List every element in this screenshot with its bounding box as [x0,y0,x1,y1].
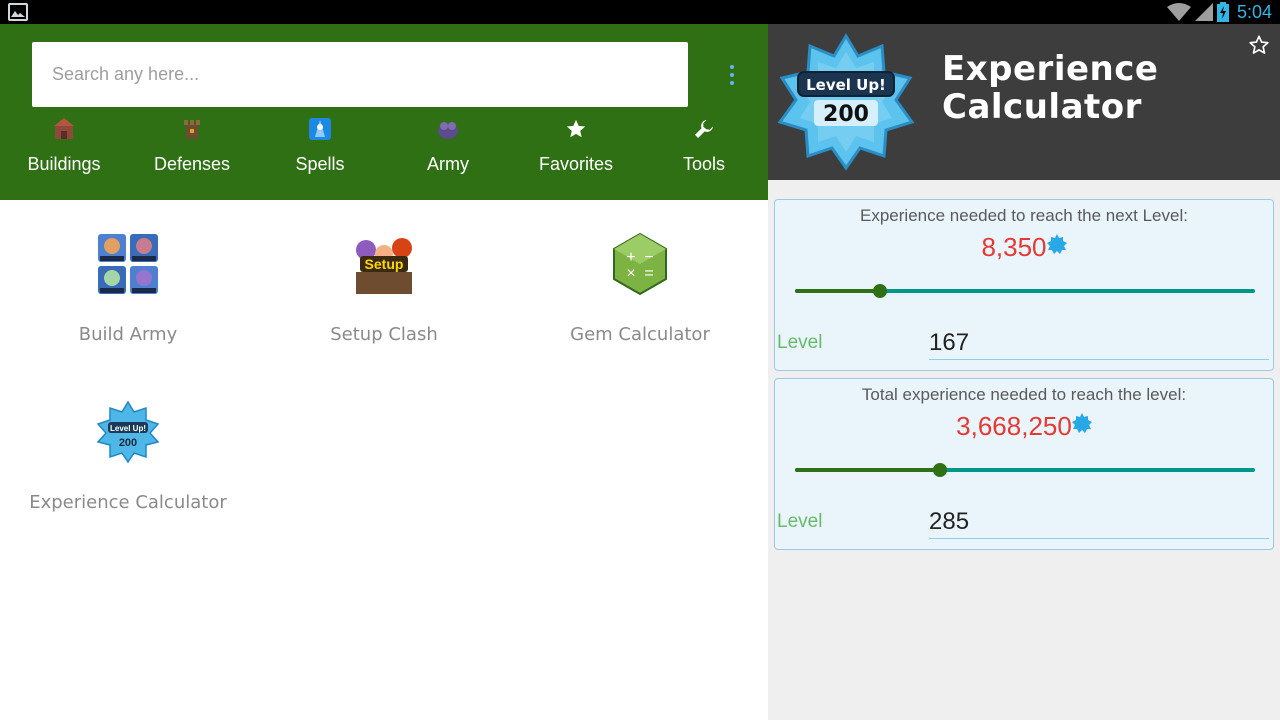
svg-text:Level Up!: Level Up! [110,424,146,433]
tab-label: Spells [295,154,345,174]
xp-star-icon [1046,234,1067,254]
tab-army[interactable]: Army [384,112,512,200]
svg-text:+: + [626,249,635,266]
battery-icon [1216,2,1229,22]
card-title: Experience needed to reach the next Leve… [860,206,1188,225]
svg-text:−: − [644,249,653,266]
tab-tools[interactable]: Tools [640,112,768,202]
gem-calculator-icon: + − × = [608,232,672,296]
slider-thumb[interactable] [933,463,948,477]
tab-label: Defenses [153,154,231,174]
search-box[interactable] [32,42,688,107]
tool-label: Build Army [78,324,178,345]
xp-star-icon [1071,413,1092,433]
signal-icon [1194,3,1213,21]
army-icon [435,116,461,142]
next-level-card: Experience needed to reach the next Leve… [774,199,1274,371]
overflow-menu-icon[interactable] [722,62,742,88]
wrench-icon [691,116,717,142]
category-tabs: Buildings Defenses Spells Army Favorites… [0,112,768,202]
tab-defenses[interactable]: Defenses [128,112,256,200]
level-input[interactable] [929,505,1269,539]
left-pane: Buildings Defenses Spells Army [0,24,768,720]
tool-experience-calculator[interactable]: Level Up! 200 Experience Calculator [0,400,256,513]
setup-clash-icon: Setup [352,232,416,296]
tab-spells[interactable]: Spells [256,112,384,200]
badge-text-line1: Level Up! [806,76,886,94]
total-experience-card: Total experience needed to reach the lev… [774,378,1274,550]
level-label: Level [777,511,823,532]
badge-text-line2: 200 [823,102,869,127]
buildings-icon [51,116,77,142]
level-up-badge-icon: Level Up! 200 [96,400,160,464]
slider-fill [795,289,881,293]
slider-fill [795,468,941,472]
experience-value: 3,668,250 [775,411,1273,442]
clock: 5:04 [1236,1,1272,22]
spells-icon [307,116,333,142]
tab-buildings[interactable]: Buildings [0,112,128,200]
level-up-badge-icon: Level Up! 200 [776,32,916,172]
slider-thumb[interactable] [873,284,888,298]
tool-label: Setup Clash [330,324,438,345]
detail-header: Level Up! 200 Experience Calculator [768,24,1280,180]
tab-label: Army [427,154,469,174]
star-icon [563,116,589,142]
page-title: Experience Calculator [942,50,1158,126]
level-slider[interactable] [795,284,1255,298]
tab-label: Buildings [27,154,101,174]
tool-label: Experience Calculator [29,492,227,513]
title-line-2: Calculator [942,87,1142,127]
tab-favorites[interactable]: Favorites [512,112,640,200]
detail-pane: Level Up! 200 Experience Calculator Expe… [768,24,1280,720]
status-bar: 5:04 [0,0,1280,24]
svg-text:200: 200 [119,437,137,449]
experience-value: 8,350 [775,232,1273,263]
title-line-1: Experience [942,49,1159,89]
tab-label: Favorites [538,154,614,174]
image-icon [8,3,28,21]
level-slider[interactable] [795,463,1255,477]
build-army-icon [96,232,160,296]
tool-build-army[interactable]: Build Army [0,232,256,345]
tool-label: Gem Calculator [570,324,710,345]
svg-text:×: × [626,265,635,282]
svg-text:Setup: Setup [365,256,404,272]
level-input[interactable] [929,326,1269,360]
search-input[interactable] [32,42,688,107]
wifi-icon [1166,3,1191,21]
tab-label: Tools [682,154,726,174]
star-outline-icon[interactable] [1248,34,1270,56]
app-bar: Buildings Defenses Spells Army [0,24,768,202]
tool-setup-clash[interactable]: Setup Setup Clash [256,232,512,345]
defenses-icon [179,116,205,142]
experience-amount: 3,668,250 [956,411,1072,441]
svg-text:=: = [644,265,653,282]
level-label: Level [777,332,823,353]
experience-amount: 8,350 [981,232,1047,262]
card-title: Total experience needed to reach the lev… [861,385,1187,404]
tool-gem-calculator[interactable]: + − × = Gem Calculator [512,232,768,345]
